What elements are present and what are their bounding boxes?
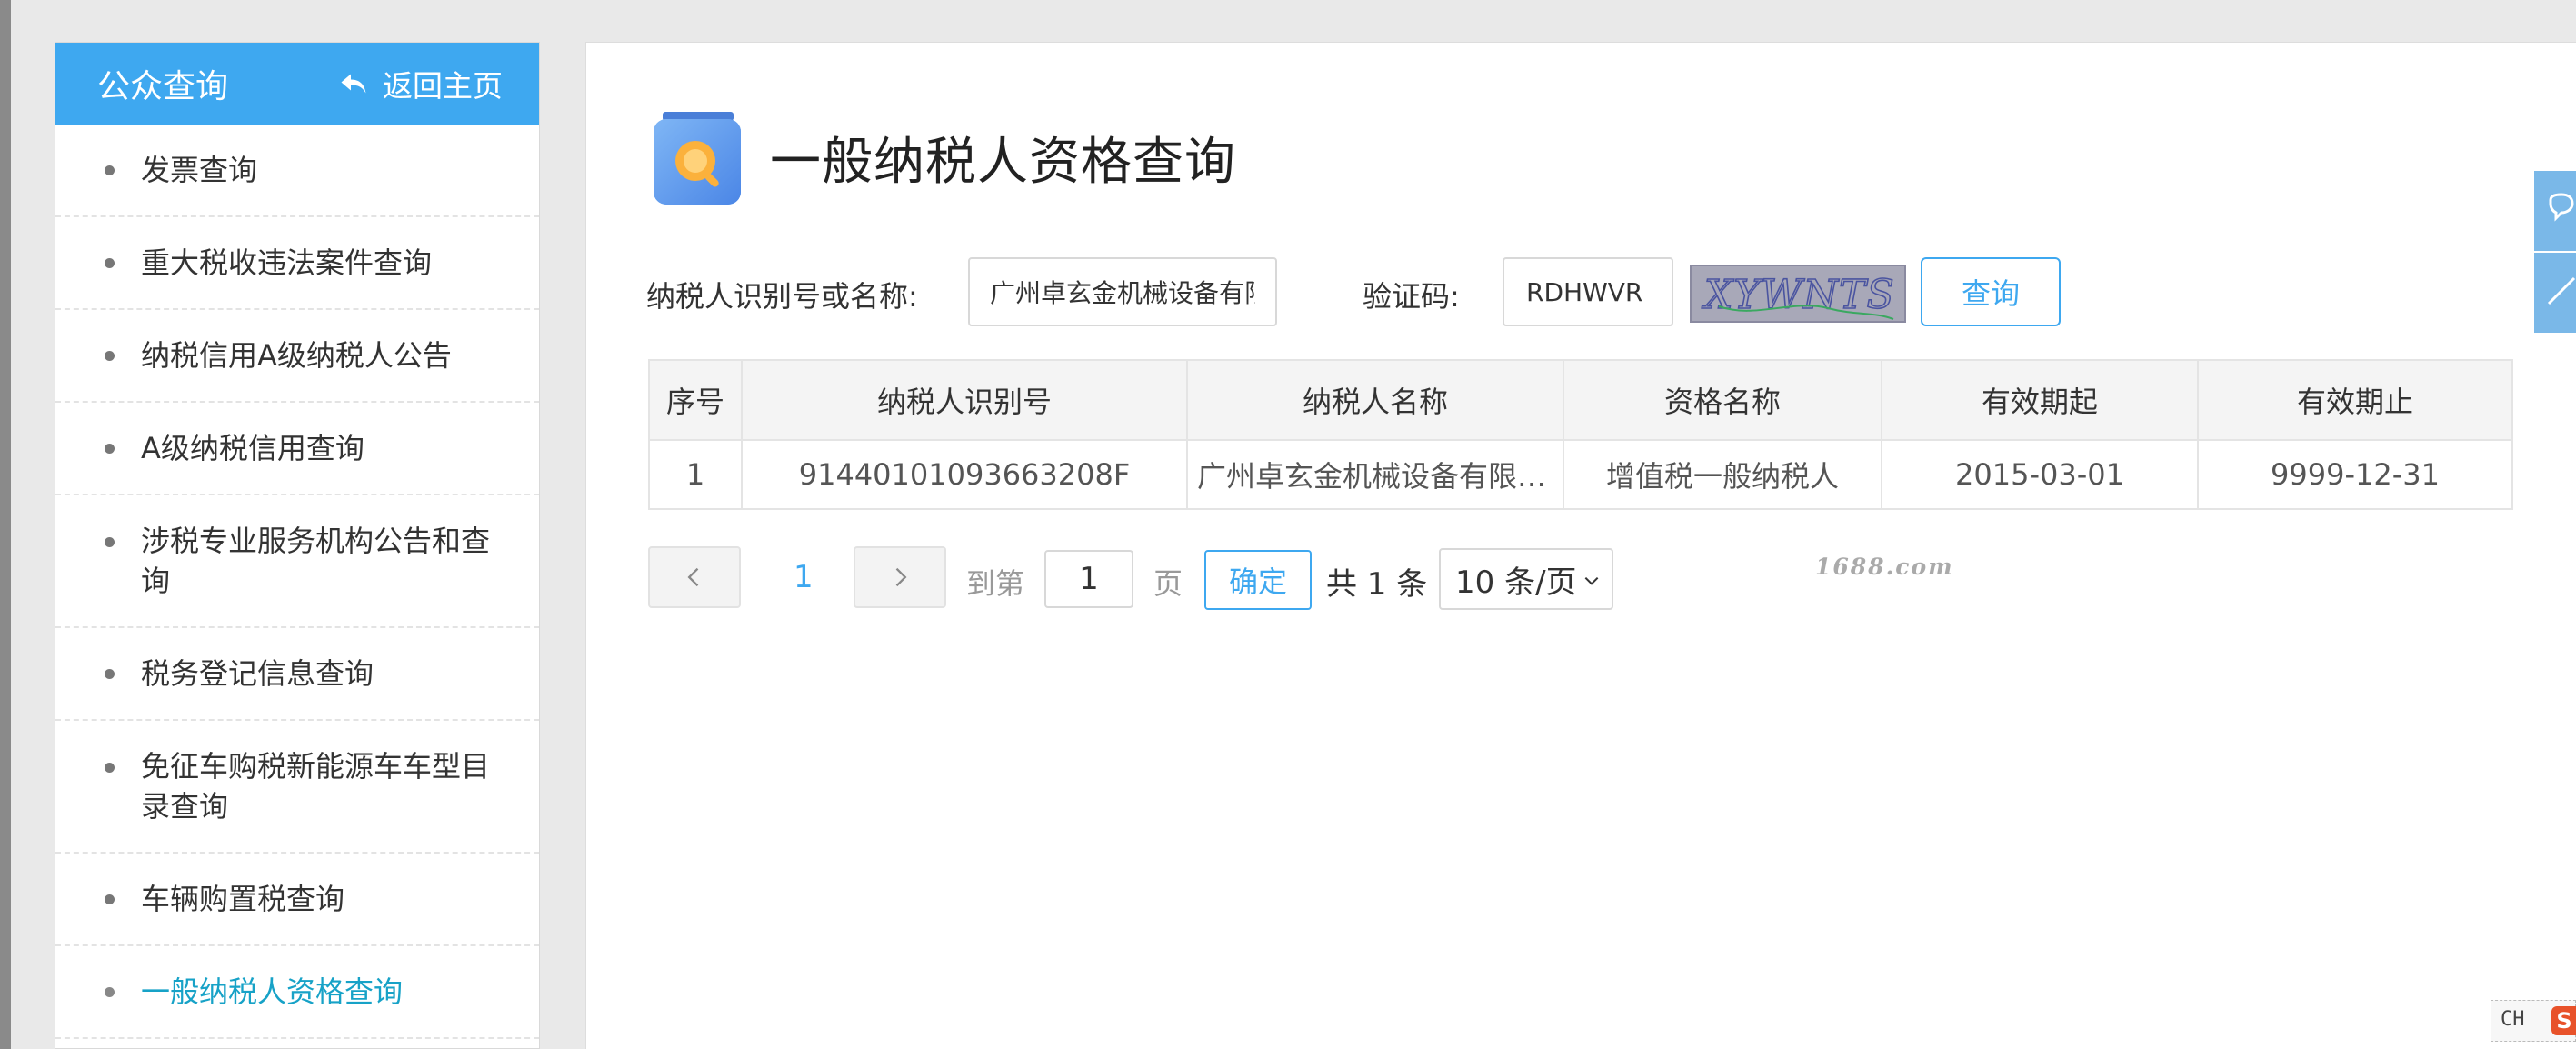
page-size-value: 10 条/页 <box>1455 564 1577 601</box>
pagination: 1 到第 页 确定 共 1 条 10 条/页 <box>648 546 1739 610</box>
column-header[interactable]: 纳税人识别号 <box>741 359 1188 441</box>
prev-page-button[interactable] <box>648 546 741 608</box>
ime-indicator[interactable]: CH S <box>2491 1000 2576 1042</box>
sogou-logo-icon: S <box>2551 1006 2576 1035</box>
total-count: 共 1 条 <box>1326 566 1428 603</box>
page-size-select[interactable]: 10 条/页 <box>1439 548 1613 610</box>
sidebar-item-label: 纳税信用A级纳税人公告 <box>141 338 452 373</box>
table-cell: 广州卓玄金机械设备有限公司 <box>1186 439 1564 510</box>
query-button[interactable]: 查询 <box>1921 257 2061 326</box>
goto-label: 到第 <box>966 566 1025 601</box>
current-page-number[interactable]: 1 <box>794 559 814 595</box>
chevron-left-icon <box>687 567 699 587</box>
bullet-dot <box>105 987 115 997</box>
column-header[interactable]: 资格名称 <box>1563 359 1882 441</box>
column-header[interactable]: 序号 <box>648 359 743 441</box>
sidebar-item-label: 车辆购置税查询 <box>141 882 345 916</box>
bullet-dot <box>105 894 115 904</box>
sidebar-item-tax-service-agencies[interactable]: 涉税专业服务机构公告和查询 <box>55 495 539 628</box>
sidebar-menu: 发票查询 重大税收违法案件查询 纳税信用A级纳税人公告 A级纳税信用查询 涉税专… <box>55 125 539 1039</box>
table-header-row: 序号 纳税人识别号 纳税人名称 资格名称 有效期起 有效期止 <box>648 359 2513 441</box>
sidebar-item-major-tax-violation[interactable]: 重大税收违法案件查询 <box>55 217 539 310</box>
column-header[interactable]: 有效期起 <box>1881 359 2199 441</box>
watermark: 1688.com <box>1815 554 1954 580</box>
sidebar-item-a-level-credit-query[interactable]: A级纳税信用查询 <box>55 403 539 495</box>
search-document-icon <box>650 108 744 206</box>
captcha-label: 验证码: <box>1363 279 1460 314</box>
sidebar-item-label: 一般纳税人资格查询 <box>141 974 404 1009</box>
column-header[interactable]: 有效期止 <box>2197 359 2513 441</box>
sidebar-item-invoice-query[interactable]: 发票查询 <box>55 125 539 217</box>
chat-float-button[interactable] <box>2534 171 2576 251</box>
result-table: 序号 纳税人识别号 纳税人名称 资格名称 有效期起 有效期止 1 9144010… <box>648 359 2513 510</box>
bullet-dot <box>105 444 115 454</box>
main-panel: 一般纳税人资格查询 纳税人识别号或名称: 验证码: XYWNTS 查询 序号 纳… <box>585 42 2576 1049</box>
sidebar-item-label: A级纳税信用查询 <box>141 431 364 465</box>
table-cell: 91440101093663208F <box>741 439 1188 510</box>
back-home-link[interactable]: 返回主页 <box>337 62 503 105</box>
captcha-input[interactable] <box>1503 257 1673 326</box>
ime-language-label: CH <box>2501 1008 2525 1031</box>
next-page-button[interactable] <box>854 546 946 608</box>
chevron-down-icon <box>1584 576 1599 585</box>
search-form: 纳税人识别号或名称: 验证码: XYWNTS 查询 <box>646 257 2101 326</box>
sidebar-item-tax-registration-query[interactable]: 税务登记信息查询 <box>55 628 539 721</box>
sidebar-item-a-level-announcement[interactable]: 纳税信用A级纳税人公告 <box>55 310 539 403</box>
sidebar-item-label: 发票查询 <box>141 153 258 187</box>
page-title: 一般纳税人资格查询 <box>770 132 1236 192</box>
table-cell: 1 <box>648 439 743 510</box>
captcha-image[interactable]: XYWNTS <box>1690 265 1906 323</box>
bullet-dot <box>105 258 115 268</box>
goto-page-input[interactable] <box>1044 550 1133 608</box>
back-to-top-button[interactable] <box>2534 253 2576 333</box>
reply-arrow-icon <box>341 74 366 94</box>
chat-icon <box>2549 193 2574 222</box>
bullet-dot <box>105 165 115 175</box>
sidebar-header: 公众查询 返回主页 <box>55 43 539 125</box>
back-home-label: 返回主页 <box>383 68 503 104</box>
sidebar: 公众查询 返回主页 发票查询 重大税收违法案件查询 纳税信用A级纳税人公告 A级… <box>55 42 540 1049</box>
sidebar-item-label: 重大税收违法案件查询 <box>141 245 433 280</box>
table-cell: 2015-03-01 <box>1881 439 2199 510</box>
table-cell: 增值税一般纳税人 <box>1563 439 1882 510</box>
table-cell: 9999-12-31 <box>2197 439 2513 510</box>
sidebar-item-general-taxpayer[interactable]: 一般纳税人资格查询 <box>55 946 539 1039</box>
chevron-right-icon <box>895 567 907 587</box>
sidebar-item-vehicle-purchase-tax[interactable]: 车辆购置税查询 <box>55 854 539 946</box>
confirm-page-button[interactable]: 确定 <box>1204 550 1312 610</box>
bullet-dot <box>105 669 115 679</box>
window-edge <box>0 0 11 1049</box>
captcha-text: XYWNTS <box>1702 272 1895 318</box>
column-header[interactable]: 纳税人名称 <box>1186 359 1564 441</box>
sidebar-title: 公众查询 <box>97 68 229 105</box>
sidebar-item-nev-catalog[interactable]: 免征车购税新能源车车型目录查询 <box>55 721 539 854</box>
sidebar-item-label: 涉税专业服务机构公告和查询 <box>141 524 491 598</box>
table-row[interactable]: 1 91440101093663208F 广州卓玄金机械设备有限公司 增值税一般… <box>648 439 2513 510</box>
page-header: 一般纳税人资格查询 <box>650 108 1236 206</box>
sidebar-item-label: 免征车购税新能源车车型目录查询 <box>141 749 491 824</box>
bullet-dot <box>105 763 115 773</box>
bullet-dot <box>105 537 115 547</box>
bullet-dot <box>105 351 115 361</box>
arrow-up-icon <box>2547 276 2576 305</box>
taxpayer-label: 纳税人识别号或名称: <box>646 279 918 314</box>
taxpayer-input[interactable] <box>968 257 1277 326</box>
sidebar-item-label: 税务登记信息查询 <box>141 656 374 691</box>
page-unit-label: 页 <box>1153 566 1183 601</box>
